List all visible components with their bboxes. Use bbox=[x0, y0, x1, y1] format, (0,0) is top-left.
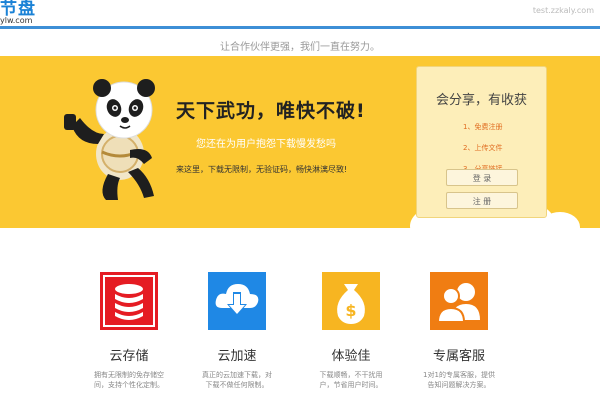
register-button[interactable]: 注 册 bbox=[446, 192, 518, 209]
banner-description: 来这里，下载无限制，无验证码，畅快淋漓尽致! bbox=[176, 165, 348, 174]
banner-headline: 天下武功，唯快不破! bbox=[176, 100, 366, 122]
share-step-upload[interactable]: 2、上传文件 bbox=[463, 143, 502, 164]
feature-title-storage: 云存储 bbox=[109, 349, 149, 364]
login-hint[interactable]: test.zzkaly.com bbox=[533, 6, 594, 15]
svg-text:$: $ bbox=[345, 301, 356, 320]
hero-banner: 天下武功，唯快不破! 您还在为用户抱怨下载慢发愁吗 来这里，下载无限制，无验证码… bbox=[0, 56, 600, 228]
share-panel-title: 会分享，有收获 bbox=[435, 93, 527, 108]
share-panel: 会分享，有收获 1、免费注册 2、上传文件 3、分享链接 登 录 注 册 bbox=[416, 66, 547, 218]
feature-desc-acceleration: 真正的云加速下载，对下载不做任何限制。 bbox=[202, 371, 272, 389]
panda-mascot-icon bbox=[64, 79, 155, 200]
feature-title-service: 专属客服 bbox=[432, 349, 485, 364]
money-bag-icon: $ bbox=[322, 272, 380, 330]
feature-desc-experience: 下载顺畅，不干扰用户，节省用户时间。 bbox=[319, 371, 383, 389]
feature-title-acceleration: 云加速 bbox=[217, 349, 257, 364]
feature-desc-storage: 拥有无限制的免存储空间，支持个性化定制。 bbox=[94, 371, 164, 389]
customer-service-icon bbox=[430, 272, 488, 330]
share-step-register[interactable]: 1、免费注册 bbox=[463, 122, 502, 143]
cloud-download-icon bbox=[208, 272, 266, 330]
banner-subline: 您还在为用户抱怨下载慢发愁吗 bbox=[196, 139, 336, 150]
database-icon bbox=[100, 272, 158, 330]
topbar-divider bbox=[0, 26, 600, 29]
site-logo-sub: ylw.com bbox=[0, 16, 33, 25]
top-bar: 节盘 ylw.com test.zzkaly.com bbox=[0, 0, 600, 29]
slogan-text: 让合作伙伴更强，我们一直在努力。 bbox=[220, 42, 380, 53]
login-button[interactable]: 登 录 bbox=[446, 169, 518, 186]
feature-title-experience: 体验佳 bbox=[331, 349, 371, 364]
feature-desc-service: 1对1的专属客服，提供告知问题解决方案。 bbox=[423, 371, 495, 389]
